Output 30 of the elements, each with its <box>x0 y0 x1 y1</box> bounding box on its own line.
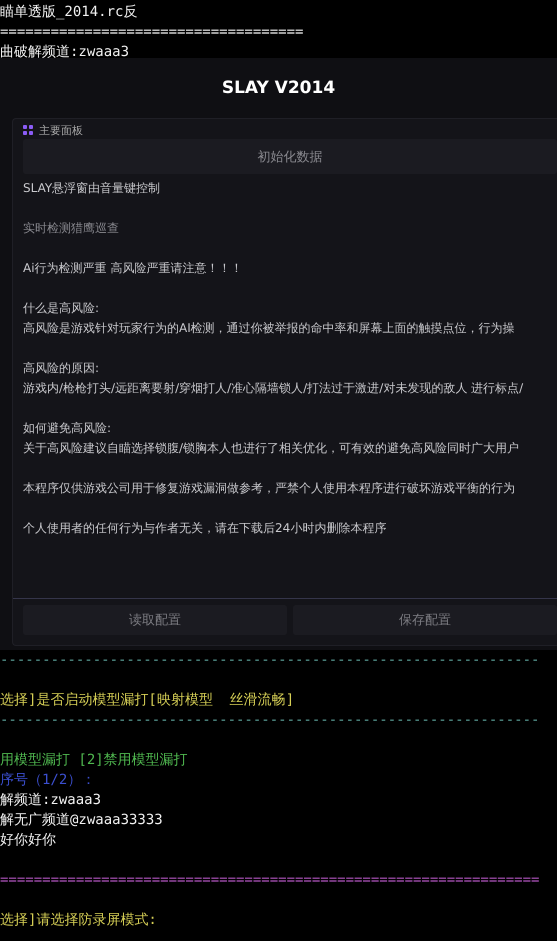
input-prompt: 序号（1/2）： <box>0 771 96 790</box>
option-line: 用模型漏打 [2]禁用模型漏打 <box>0 751 188 770</box>
terminal-line: 好你好你 <box>0 831 56 850</box>
terminal-line: 解无广频道@zwaaa33333 <box>0 811 163 830</box>
panel-text: 个人使用者的任何行为与作者无关，请在下载后24小时内删除本程序 <box>23 520 388 537</box>
config-button[interactable]: 读取配置 <box>23 605 287 635</box>
terminal-line: ==================================== <box>0 23 304 42</box>
terminal-line: 解频道:zwaaa3 <box>0 791 102 810</box>
panel-text: 实时检测猎鹰巡查 <box>23 220 120 237</box>
grid-icon <box>23 124 34 136</box>
separator-line: ================================================================ <box>0 871 540 890</box>
terminal-line: 曲破解频道:zwaaa3 <box>0 43 130 62</box>
separator-line: ---------------------------------------------------------------- <box>0 651 540 670</box>
panel-text: SLAY悬浮窗由音量键控制 <box>23 180 162 197</box>
panel-text: 高风险的原因: <box>23 360 100 377</box>
config-button[interactable]: 保存配置 <box>293 605 557 635</box>
window-title: SLAY V2014 <box>222 78 336 98</box>
panel-title: 主要面板 <box>39 122 83 138</box>
panel-text: 如何避免高风险: <box>23 420 112 437</box>
panel-text: Ai行为检测严重 高风险严重请注意！！！ <box>23 260 244 277</box>
separator-line: ---------------------------------------------------------------- <box>0 711 540 730</box>
init-data-button[interactable]: 初始化数据 <box>23 139 557 174</box>
panel-text: 高风险是游戏针对玩家行为的AI检测，通过你被举报的命中率和屏幕上面的触摸点位，行为操 <box>23 320 516 337</box>
panel-text: 本程序仅供游戏公司用于修复游戏漏洞做参考，严禁个人使用本程序进行破坏游戏平衡的行为 <box>23 480 516 497</box>
panel-text: 关于高风险建议自瞄选择锁腹/锁胸本人也进行了相关优化，可有效的避免高风险同时广大用户 <box>23 440 520 457</box>
prompt-line: 选择]请选择防录屏模式: <box>0 911 157 930</box>
panel-text: 什么是高风险: <box>23 300 100 317</box>
terminal-line: 瞄单透版_2014.rc反 <box>0 3 138 22</box>
panel-text: 游戏内/枪枪打头/远距离要射/穿烟打人/准心隔墙锁人/打法过于激进/对未发现的敌人 进行标点/ <box>23 380 524 397</box>
prompt-line: 选择]是否启动模型漏打[映射模型 丝滑流畅] <box>0 691 294 710</box>
